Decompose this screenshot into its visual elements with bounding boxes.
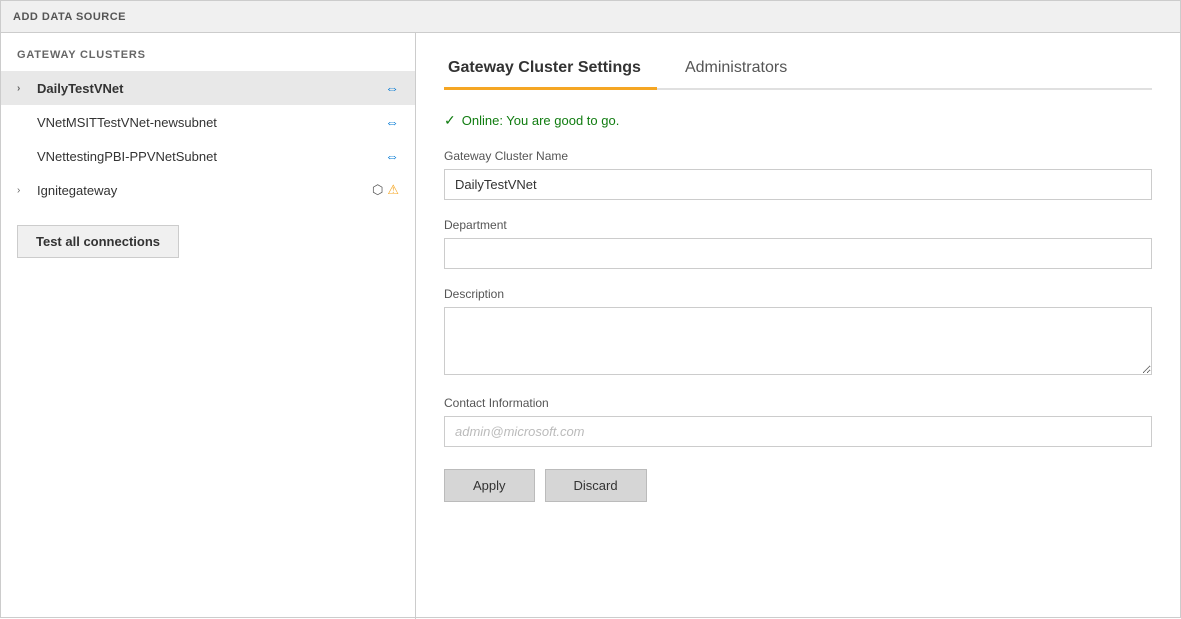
cluster-item-vnet-msit[interactable]: ›VNetMSITTestVNet-newsubnet⇔: [1, 105, 415, 139]
top-bar: ADD DATA SOURCE: [1, 1, 1180, 33]
department-group: Department: [444, 218, 1152, 269]
test-all-connections-button[interactable]: Test all connections: [17, 225, 179, 258]
cluster-item-ignite-gateway[interactable]: › Ignitegateway ⬡⚠: [1, 173, 415, 207]
cluster-name-label: Ignitegateway: [37, 183, 366, 198]
cluster-item-daily-test-vnet[interactable]: › DailyTestVNet ⇔: [1, 71, 415, 105]
right-panel: Gateway Cluster Settings Administrators …: [416, 33, 1180, 619]
network-arrows-icon: ⇔: [385, 148, 399, 164]
warning-icon: ⚠: [387, 182, 399, 198]
department-label: Department: [444, 218, 1152, 232]
cluster-name-input[interactable]: [444, 169, 1152, 200]
network-arrows-icon: ⇔: [385, 80, 399, 96]
apply-button[interactable]: Apply: [444, 469, 535, 502]
cluster-name-label: VNetMSITTestVNet-newsubnet: [37, 115, 379, 130]
description-group: Description: [444, 287, 1152, 378]
chevron-icon: ›: [17, 185, 29, 196]
description-input[interactable]: [444, 307, 1152, 375]
cluster-name-label: DailyTestVNet: [37, 81, 379, 96]
main-layout: GATEWAY CLUSTERS › DailyTestVNet ⇔ › VNetMSI…: [1, 33, 1180, 619]
sidebar: GATEWAY CLUSTERS › DailyTestVNet ⇔ › VNetMSI…: [1, 33, 416, 619]
status-text: Online: You are good to go.: [462, 113, 620, 128]
contact-info-group: Contact Information: [444, 396, 1152, 447]
cluster-list: › DailyTestVNet ⇔ › VNetMSITTestVNet-newsubn…: [1, 71, 415, 207]
contact-info-input[interactable]: [444, 416, 1152, 447]
tab-administrators[interactable]: Administrators: [681, 53, 803, 90]
check-icon: ✓: [444, 112, 456, 129]
gateway-icon: ⬡: [372, 182, 383, 198]
department-input[interactable]: [444, 238, 1152, 269]
status-line: ✓ Online: You are good to go.: [444, 112, 1152, 129]
discard-button[interactable]: Discard: [545, 469, 647, 502]
top-bar-title: ADD DATA SOURCE: [13, 11, 126, 23]
cluster-name-label: VNettestingPBI-PPVNetSubnet: [37, 149, 379, 164]
network-arrows-icon: ⇔: [385, 114, 399, 130]
chevron-icon: ›: [17, 83, 29, 94]
tab-gateway-cluster-settings[interactable]: Gateway Cluster Settings: [444, 53, 657, 90]
cluster-name-group: Gateway Cluster Name: [444, 149, 1152, 200]
sidebar-section-title: GATEWAY CLUSTERS: [1, 49, 415, 71]
contact-info-label: Contact Information: [444, 396, 1152, 410]
description-label: Description: [444, 287, 1152, 301]
cluster-name-label: Gateway Cluster Name: [444, 149, 1152, 163]
form-actions: Apply Discard: [444, 469, 1152, 502]
cluster-item-vnet-testing[interactable]: ›VNettestingPBI-PPVNetSubnet⇔: [1, 139, 415, 173]
tabs: Gateway Cluster Settings Administrators: [444, 53, 1152, 90]
